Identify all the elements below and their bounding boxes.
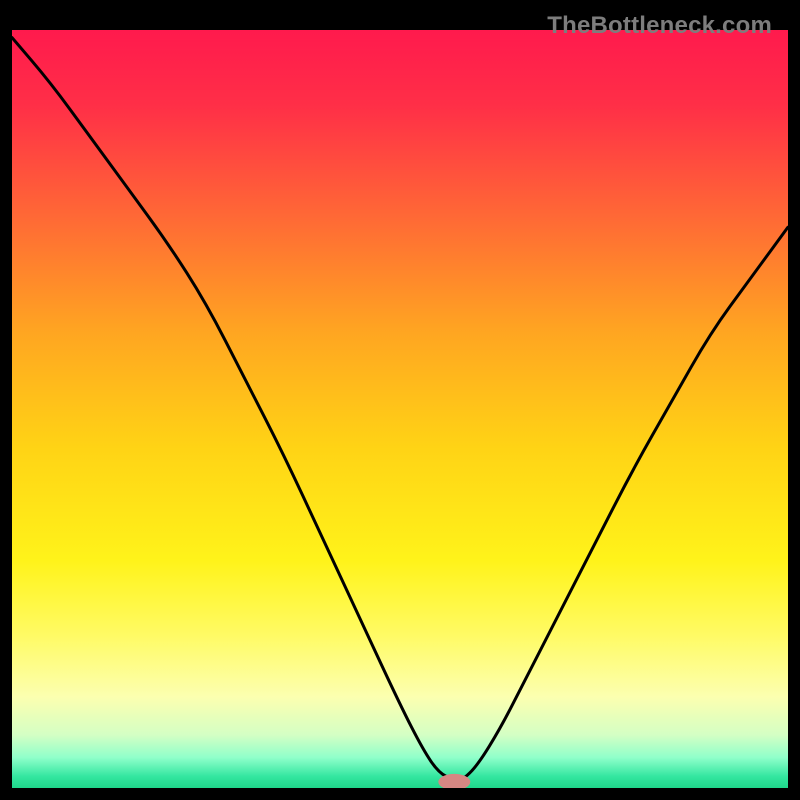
gradient-background bbox=[12, 30, 788, 788]
watermark-label: TheBottleneck.com bbox=[547, 12, 772, 40]
chart-frame: TheBottleneck.com bbox=[12, 12, 788, 788]
bottleneck-chart bbox=[12, 12, 788, 788]
